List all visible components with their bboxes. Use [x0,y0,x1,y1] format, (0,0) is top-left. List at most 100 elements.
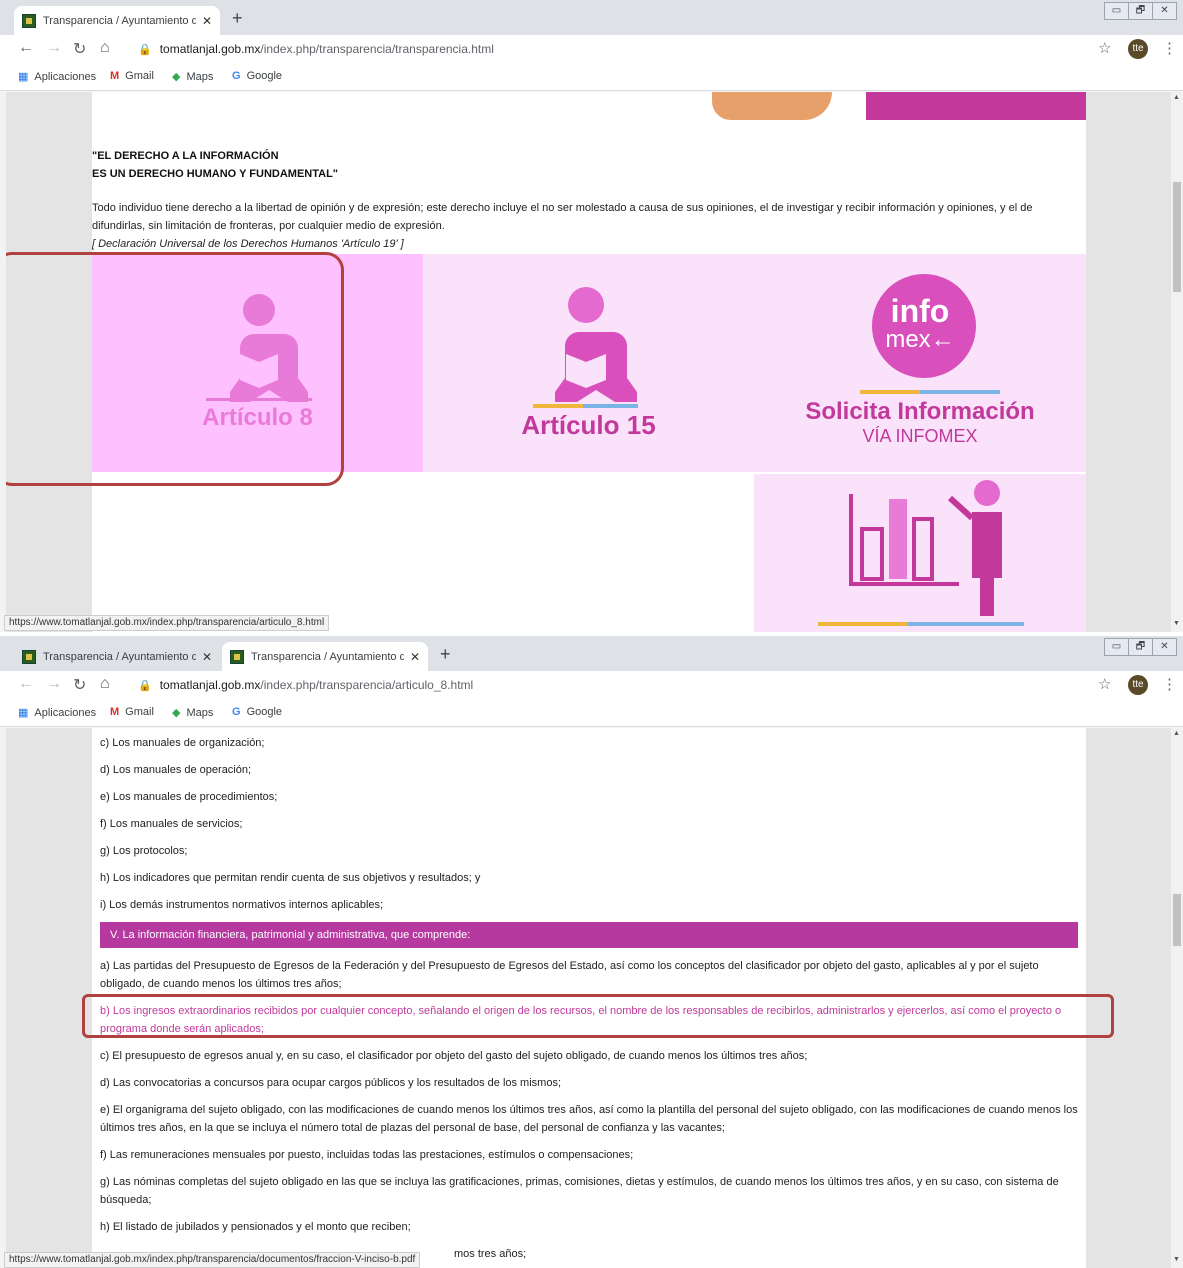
url-path: /index.php/transparencia/transparencia.h… [260,42,494,56]
list-item-g: g) Las nóminas completas del sujeto obli… [100,1176,1059,1206]
bookmark-maps[interactable]: ◆ Maps [172,70,213,84]
forward-button[interactable]: → [46,675,62,693]
close-tab-icon[interactable]: ✕ [202,14,212,28]
list-item-e: e) El organigrama del sujeto obligado, c… [100,1104,1078,1134]
scroll-up-arrow-icon[interactable]: ▲ [1173,94,1180,101]
tab-transparencia[interactable]: Transparencia / Ayuntamiento de ✕ [14,642,220,671]
list-item: e) Los manuales de procedimientos; [100,791,278,803]
site-favicon-icon [22,13,36,28]
restore-button[interactable]: 🗗 [1128,2,1153,20]
browser-toolbar: ← → ↻ ⌂ 🔒 tomatlanjal.gob.mx/index.php/tr… [0,35,1183,63]
link-item-b[interactable]: b) Los ingresos extraordinarios recibido… [100,1002,1080,1038]
browser-menu-icon[interactable]: ⋮ [1162,675,1177,693]
site-favicon-icon [230,649,244,664]
scroll-down-arrow-icon[interactable]: ▼ [1173,1256,1180,1263]
infomex-tile[interactable]: info mex← Solicita Información VÍA INFOM… [754,254,1086,472]
bookmark-label: Google [246,70,283,82]
transparency-tiles: Artículo 8 Artículo 15 info mex← Solicit… [92,254,1086,472]
bookmark-google[interactable]: G Google [232,706,282,718]
minimize-button[interactable]: ▭ [1104,2,1129,20]
bookmark-apps[interactable]: ▦ Aplicaciones [18,70,97,84]
quote-line-2: ES UN DERECHO HUMANO Y FUNDAMENTAL" [92,168,339,180]
bookmark-apps[interactable]: ▦ Aplicaciones [18,706,97,720]
address-bar[interactable]: 🔒 tomatlanjal.gob.mx/index.php/transparen… [128,37,1084,61]
list-item: i) Los demás instrumentos normativos int… [100,899,384,911]
back-button[interactable]: ← [18,675,34,693]
list-item-c: c) El presupuesto de egresos anual y, en… [100,1050,808,1062]
bookmark-google[interactable]: G Google [232,70,282,82]
minimize-button[interactable]: ▭ [1104,638,1129,656]
bookmark-gmail[interactable]: M Gmail [110,706,154,718]
site-favicon-icon [22,649,36,664]
articulo-15-tile[interactable]: Artículo 15 [423,254,754,472]
url-host: tomatlanjal.gob.mx [159,678,261,692]
reload-button[interactable]: ↻ [73,675,86,695]
statistics-tile[interactable] [754,474,1086,632]
tab-strip: Transparencia / Ayuntamiento de ✕ + ▭ 🗗 … [0,0,1183,35]
close-tab-icon[interactable]: ✕ [410,650,420,664]
bookmark-label: Aplicaciones [34,706,97,719]
url-path: /index.php/transparencia/articulo_8.html [260,678,474,692]
list-item: c) Los manuales de organización; [100,737,265,749]
tab-title: Transparencia / Ayuntamiento de [251,650,404,663]
new-tab-button[interactable]: + [440,644,451,665]
reload-button[interactable]: ↻ [73,39,86,59]
apps-grid-icon: ▦ [18,707,29,719]
browser-window-2: Transparencia / Ayuntamiento de ✕ Transp… [0,636,1183,1268]
scroll-down-arrow-icon[interactable]: ▼ [1173,620,1180,627]
gmail-icon: M [110,70,120,82]
tab-transparencia[interactable]: Transparencia / Ayuntamiento de ✕ [14,6,220,35]
bookmark-maps[interactable]: ◆ Maps [172,706,213,720]
back-button[interactable]: ← [18,39,34,57]
bookmark-star-icon[interactable]: ☆ [1098,39,1111,57]
tab-title: Transparencia / Ayuntamiento de [43,650,196,663]
list-item: f) Los manuales de servicios; [100,818,243,830]
maps-icon: ◆ [172,71,181,83]
articulo-15-label: Artículo 15 [521,410,656,440]
new-tab-button[interactable]: + [232,8,243,29]
home-button[interactable]: ⌂ [100,675,110,693]
bookmark-gmail[interactable]: M Gmail [110,70,154,82]
list-item-f: f) Las remuneraciones mensuales por pues… [100,1149,634,1161]
browser-window-1: Transparencia / Ayuntamiento de ✕ + ▭ 🗗 … [0,0,1183,632]
scroll-up-arrow-icon[interactable]: ▲ [1173,730,1180,737]
close-tab-icon[interactable]: ✕ [202,650,212,664]
google-icon: G [232,70,241,82]
list-item-d: d) Las convocatorias a concursos para oc… [100,1077,562,1089]
restore-button[interactable]: 🗗 [1128,638,1153,656]
close-window-button[interactable]: ✕ [1152,2,1177,20]
via-infomex-label: VÍA INFOMEX [862,426,978,446]
articulo-8-page: c) Los manuales de organización; d) Los … [92,728,1086,1268]
gmail-icon: M [110,706,120,718]
articulo-8-tile[interactable]: Artículo 8 [92,254,423,472]
bookmark-label: Aplicaciones [34,70,97,83]
profile-avatar[interactable]: tte [1128,39,1148,59]
bookmarks-bar: ▦ Aplicaciones M Gmail ◆ Maps G Google [0,63,1183,91]
forward-button[interactable]: → [46,39,62,57]
quote-heading: "EL DERECHO A LA INFORMACIÓN ES UN DEREC… [92,147,338,183]
bookmarks-bar: ▦ Aplicaciones M Gmail ◆ Maps G Google [0,699,1183,727]
hero-image [712,92,832,120]
tab-articulo-8[interactable]: Transparencia / Ayuntamiento de ✕ [222,642,428,671]
address-bar[interactable]: 🔒 tomatlanjal.gob.mx/index.php/transparen… [128,673,1084,697]
link-status-bar: https://www.tomatlanjal.gob.mx/index.php… [4,615,330,631]
page-viewport: "EL DERECHO A LA INFORMACIÓN ES UN DEREC… [6,92,1171,632]
profile-avatar[interactable]: tte [1128,675,1148,695]
paragraph-text: Todo individuo tiene derecho a la libert… [92,202,1033,232]
infomex-text-bottom: mex← [885,326,955,353]
google-icon: G [232,706,241,718]
list-item: d) Los manuales de operación; [100,764,252,776]
scroll-thumb[interactable] [1173,894,1181,946]
close-window-button[interactable]: ✕ [1152,638,1177,656]
articulo-8-label: Artículo 8 [202,404,313,431]
window-controls: ▭ 🗗 ✕ [1104,2,1177,20]
scroll-thumb[interactable] [1173,182,1181,292]
vertical-scrollbar[interactable]: ▲ ▼ [1171,92,1183,632]
browser-toolbar: ← → ↻ ⌂ 🔒 tomatlanjal.gob.mx/index.php/tr… [0,671,1183,699]
bookmark-star-icon[interactable]: ☆ [1098,675,1111,693]
link-status-bar: https://www.tomatlanjal.gob.mx/index.php… [4,1252,421,1268]
browser-menu-icon[interactable]: ⋮ [1162,39,1177,57]
vertical-scrollbar[interactable]: ▲ ▼ [1171,728,1183,1268]
home-button[interactable]: ⌂ [100,39,110,57]
url-host: tomatlanjal.gob.mx [159,42,261,56]
